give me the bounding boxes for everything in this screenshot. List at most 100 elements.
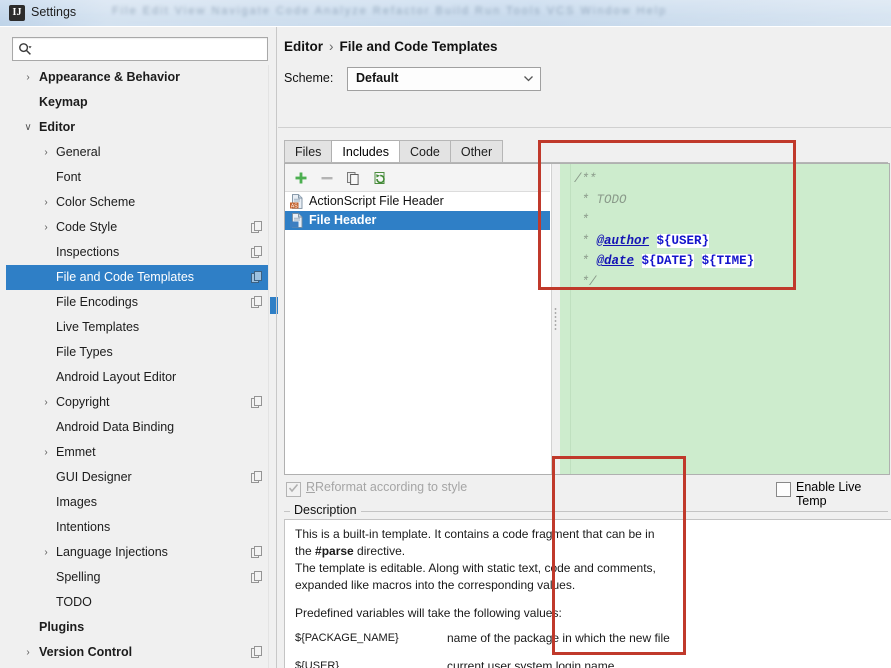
splitter-grip-icon <box>554 307 557 331</box>
sidebar-item-spelling[interactable]: Spelling <box>6 565 272 590</box>
sidebar-item-android-layout-editor[interactable]: Android Layout Editor <box>6 365 272 390</box>
chevron-right-icon[interactable]: › <box>39 215 53 240</box>
sidebar-item-label: Copyright <box>56 395 110 409</box>
code-comment: * TODO <box>574 192 627 207</box>
sidebar-item-emmet[interactable]: › Emmet <box>6 440 272 465</box>
sidebar-item-general[interactable]: › General <box>6 140 272 165</box>
sidebar-item-label: Spelling <box>56 570 101 584</box>
variable-description: current user system login name <box>447 659 615 668</box>
sidebar-item-file-and-code-templates[interactable]: File and Code Templates <box>6 265 272 290</box>
templates-content-box: AS ActionScript File Header File Header /*… <box>284 163 890 475</box>
sidebar-item-file-encodings[interactable]: File Encodings <box>6 290 272 315</box>
search-box[interactable] <box>12 37 268 61</box>
parse-directive-text: the #parse directive. <box>295 544 406 558</box>
chevron-down-icon <box>523 73 534 84</box>
sidebar-item-label: Color Scheme <box>56 195 136 209</box>
project-scope-icon <box>251 546 262 558</box>
reformat-checkbox[interactable] <box>286 482 301 497</box>
chevron-right-icon[interactable]: › <box>39 440 53 465</box>
sidebar-item-version-control[interactable]: › Version Control <box>6 640 272 665</box>
sidebar-item-label: Editor <box>39 120 76 134</box>
sidebar-item-label: Emmet <box>56 445 96 459</box>
search-icon <box>18 42 32 56</box>
sidebar-item-color-scheme[interactable]: › Color Scheme <box>6 190 272 215</box>
reformat-label-text: Reformat according to style <box>315 480 468 494</box>
chevron-right-icon[interactable]: › <box>39 540 53 565</box>
project-scope-icon <box>251 396 262 408</box>
sidebar-item-label: GUI Designer <box>56 470 132 484</box>
variable-description: name of the package in which the new fil… <box>447 631 670 645</box>
chevron-right-icon[interactable]: › <box>39 190 53 215</box>
breadcrumb: Editor › File and Code Templates <box>284 39 498 54</box>
live-templates-checkbox[interactable] <box>776 482 791 497</box>
sidebar-item-label: Plugins <box>39 620 85 634</box>
search-input[interactable] <box>37 40 263 59</box>
sidebar-item-keymap[interactable]: Keymap <box>6 90 272 115</box>
project-scope-icon <box>251 471 262 483</box>
sidebar-item-android-data-binding[interactable]: Android Data Binding <box>6 415 272 440</box>
tab-includes[interactable]: Includes <box>331 140 400 163</box>
window-title-bar: File Edit View Navigate Code Analyze Ref… <box>0 0 891 27</box>
sidebar-item-plugins[interactable]: Plugins <box>6 615 272 640</box>
header-separator <box>278 127 891 128</box>
remove-button[interactable] <box>317 168 337 188</box>
sidebar-item-code-style[interactable]: › Code Style <box>6 215 272 240</box>
description-paragraph: This is a built-in template. It contains… <box>295 527 655 541</box>
sidebar-item-appearance-behavior[interactable]: › Appearance & Behavior <box>6 65 272 90</box>
sidebar-item-intentions[interactable]: Intentions <box>6 515 272 540</box>
sidebar-item-gui-designer[interactable]: GUI Designer <box>6 465 272 490</box>
svg-text:AS: AS <box>291 203 298 209</box>
add-button[interactable] <box>291 168 311 188</box>
sidebar-item-todo[interactable]: TODO <box>6 590 272 615</box>
sidebar-item-copyright[interactable]: › Copyright <box>6 390 272 415</box>
description-body[interactable]: This is a built-in template. It contains… <box>284 519 891 668</box>
sidebar-item-file-types[interactable]: File Types <box>6 340 272 365</box>
sidebar-item-editor[interactable]: ∨ Editor <box>6 115 272 140</box>
scheme-dropdown[interactable]: Default <box>347 67 541 91</box>
sidebar-item-font[interactable]: Font <box>6 165 272 190</box>
chevron-down-icon[interactable]: ∨ <box>21 115 35 140</box>
code-comment <box>634 254 642 268</box>
template-tabs[interactable]: Files Includes Code Other <box>284 139 504 163</box>
predefined-variables-body: ${PACKAGE_NAME} name of the package in wh… <box>295 626 891 668</box>
chevron-right-icon[interactable]: › <box>39 390 53 415</box>
scheme-value: Default <box>356 71 399 85</box>
sidebar-item-label: Android Layout Editor <box>56 370 177 384</box>
copy-icon[interactable] <box>343 168 363 188</box>
tab-files[interactable]: Files <box>284 140 333 163</box>
table-row: ${USER} current user system login name <box>295 654 891 668</box>
description-paragraph: The template is editable. Along with sta… <box>295 561 656 575</box>
list-item[interactable]: AS ActionScript File Header <box>285 192 550 211</box>
code-line: /** <box>574 169 887 190</box>
code-comment: * <box>574 213 590 227</box>
reset-icon[interactable] <box>370 168 390 188</box>
sidebar-item-inspections[interactable]: Inspections <box>6 240 272 265</box>
list-item[interactable]: File Header <box>285 211 550 230</box>
template-file-list[interactable]: AS ActionScript File Header File Header <box>285 192 550 474</box>
chevron-right-icon[interactable]: › <box>39 140 53 165</box>
code-comment: */ <box>574 274 597 289</box>
breadcrumb-parent[interactable]: Editor <box>284 39 323 54</box>
template-variable: ${TIME} <box>701 254 755 268</box>
code-line: */ <box>574 272 887 293</box>
project-scope-icon <box>251 296 262 308</box>
sidebar-item-language-injections[interactable]: › Language Injections <box>6 540 272 565</box>
editor-options-row: RReformat according to style Enable Live… <box>284 479 888 508</box>
settings-tree[interactable]: › Appearance & Behavior Keymap ∨ Editor › Gene… <box>6 65 272 668</box>
scheme-label: Scheme: <box>284 71 334 85</box>
template-code-editor[interactable]: /** * TODO * * @author ${USER} * @date $… <box>560 164 889 474</box>
sidebar-item-label: Language Injections <box>56 545 168 559</box>
tab-code[interactable]: Code <box>398 140 451 163</box>
description-title: Description <box>290 503 361 517</box>
editor-code-text[interactable]: /** * TODO * * @author ${USER} * @date $… <box>574 169 887 474</box>
chevron-right-icon[interactable]: › <box>21 640 35 665</box>
chevron-right-icon[interactable]: › <box>21 65 35 90</box>
sidebar-item-live-templates[interactable]: Live Templates <box>6 315 272 340</box>
template-variable: ${USER} <box>656 233 710 248</box>
tab-other[interactable]: Other <box>449 140 504 163</box>
variable-name: ${PACKAGE_NAME} <box>295 632 399 644</box>
sidebar-item-images[interactable]: Images <box>6 490 272 515</box>
actionscript-file-icon: AS <box>289 194 304 209</box>
reformat-label: RReformat according to style <box>306 480 468 494</box>
sidebar-item-label: File Encodings <box>56 295 138 309</box>
